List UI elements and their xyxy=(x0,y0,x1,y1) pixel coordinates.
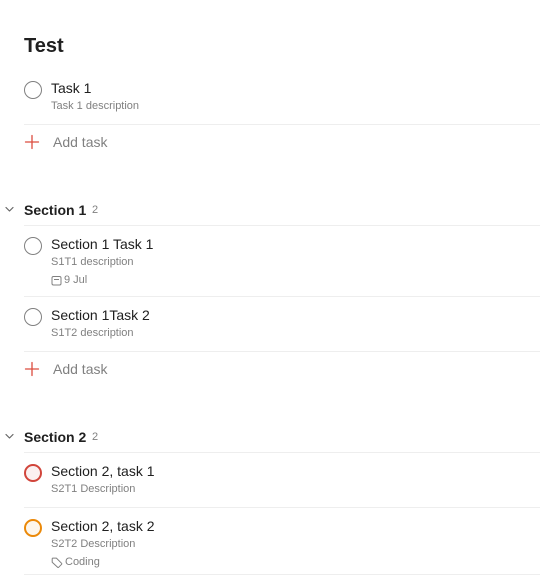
plus-icon xyxy=(24,361,40,377)
task-title[interactable]: Section 1 Task 1 xyxy=(51,235,153,253)
section-header: Section 2 2 xyxy=(0,428,540,446)
section-title[interactable]: Section 1 xyxy=(24,201,86,219)
task-title[interactable]: Section 2, task 2 xyxy=(51,517,155,535)
due-date[interactable]: 9 Jul xyxy=(51,273,87,287)
chevron-down-icon[interactable] xyxy=(4,204,15,215)
divider xyxy=(24,296,540,297)
divider xyxy=(24,225,540,226)
add-task-button[interactable]: Add task xyxy=(24,133,107,151)
task-checkbox[interactable] xyxy=(24,308,42,326)
tag-icon xyxy=(51,557,63,568)
task-title[interactable]: Section 2, task 1 xyxy=(51,462,155,480)
task-checkbox[interactable] xyxy=(24,464,42,482)
task-item[interactable]: Section 2, task 2 S2T2 Description Codin… xyxy=(24,517,540,569)
divider xyxy=(24,124,540,125)
chevron-down-icon[interactable] xyxy=(4,431,15,442)
task-checkbox[interactable] xyxy=(24,237,42,255)
task-item[interactable]: Task 1 Task 1 description xyxy=(24,79,540,115)
task-description: Task 1 description xyxy=(51,100,140,112)
section-task-count: 2 xyxy=(92,431,99,443)
divider xyxy=(24,351,540,352)
section-header: Section 1 2 xyxy=(0,201,540,219)
task-label[interactable]: Coding xyxy=(51,555,100,569)
divider xyxy=(24,452,540,453)
add-task-label: Add task xyxy=(53,361,108,377)
task-description: S1T2 description xyxy=(51,327,134,339)
divider xyxy=(24,507,540,508)
add-task-label: Add task xyxy=(53,134,108,150)
task-title[interactable]: Section 1Task 2 xyxy=(51,306,150,324)
section-task-count: 2 xyxy=(92,204,99,216)
task-title[interactable]: Task 1 xyxy=(51,79,91,97)
task-item[interactable]: Section 1Task 2 S1T2 description xyxy=(24,306,540,342)
task-item[interactable]: Section 1 Task 1 S1T1 description 9 Jul xyxy=(24,235,540,287)
section-title[interactable]: Section 2 xyxy=(24,428,86,446)
add-task-button[interactable]: Add task xyxy=(24,360,107,378)
task-description: S2T1 Description xyxy=(51,483,136,495)
task-checkbox[interactable] xyxy=(24,519,42,537)
page-title: Test xyxy=(24,35,64,57)
task-description: S1T1 description xyxy=(51,256,134,268)
task-item[interactable]: Section 2, task 1 S2T1 Description xyxy=(24,462,540,498)
calendar-icon xyxy=(51,275,62,285)
due-date-text: 9 Jul xyxy=(64,274,88,286)
plus-icon xyxy=(24,134,40,150)
task-description: S2T2 Description xyxy=(51,538,136,550)
task-checkbox[interactable] xyxy=(24,81,42,99)
task-label-text: Coding xyxy=(65,556,100,568)
